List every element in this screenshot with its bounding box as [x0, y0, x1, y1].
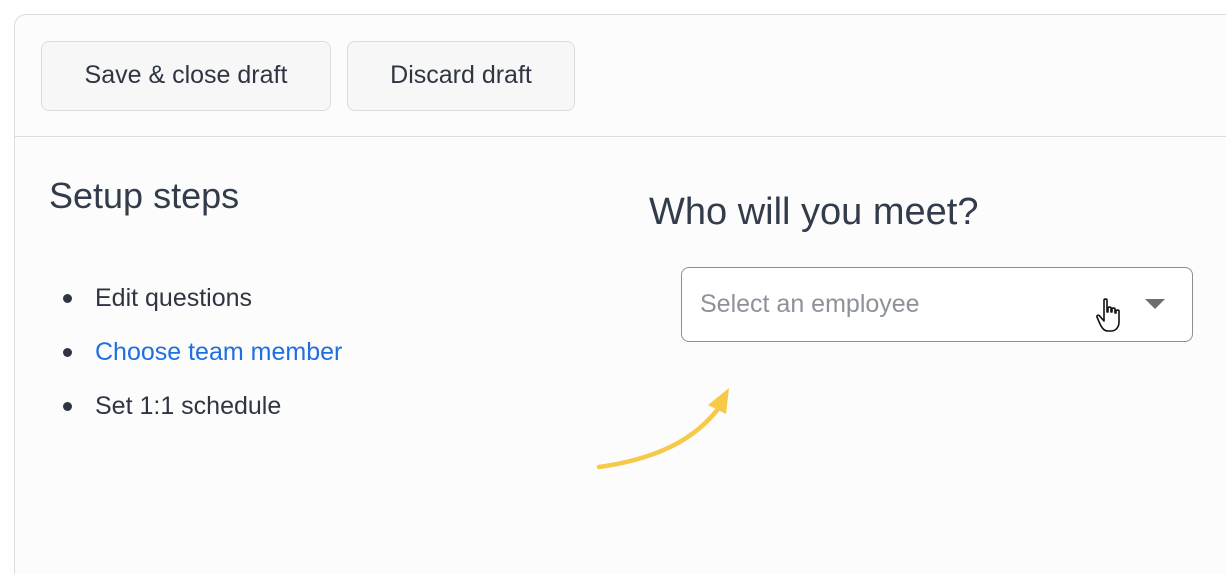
bullet-icon	[63, 294, 72, 303]
who-will-you-meet-title: Who will you meet?	[649, 191, 979, 233]
draft-panel: Save & close draft Discard draft Setup s…	[14, 14, 1226, 574]
chevron-down-icon	[1145, 299, 1165, 309]
employee-select[interactable]: Select an employee	[681, 267, 1193, 342]
hand-pointer-icon	[1095, 298, 1129, 336]
step-choose-team-member[interactable]: Choose team member	[63, 337, 343, 367]
step-edit-questions[interactable]: Edit questions	[63, 283, 253, 313]
step-label: Edit questions	[95, 284, 253, 312]
bullet-icon	[63, 348, 72, 357]
step-set-schedule[interactable]: Set 1:1 schedule	[63, 391, 282, 421]
setup-steps-title: Setup steps	[49, 175, 240, 216]
employee-select-placeholder: Select an employee	[700, 290, 920, 318]
step-label: Set 1:1 schedule	[95, 392, 282, 420]
bullet-icon	[63, 402, 72, 411]
save-close-draft-button[interactable]: Save & close draft	[41, 41, 331, 111]
draft-toolbar: Save & close draft Discard draft	[15, 15, 1226, 137]
discard-draft-button[interactable]: Discard draft	[347, 41, 575, 111]
step-label: Choose team member	[95, 338, 343, 366]
curved-arrow-icon	[596, 388, 729, 470]
